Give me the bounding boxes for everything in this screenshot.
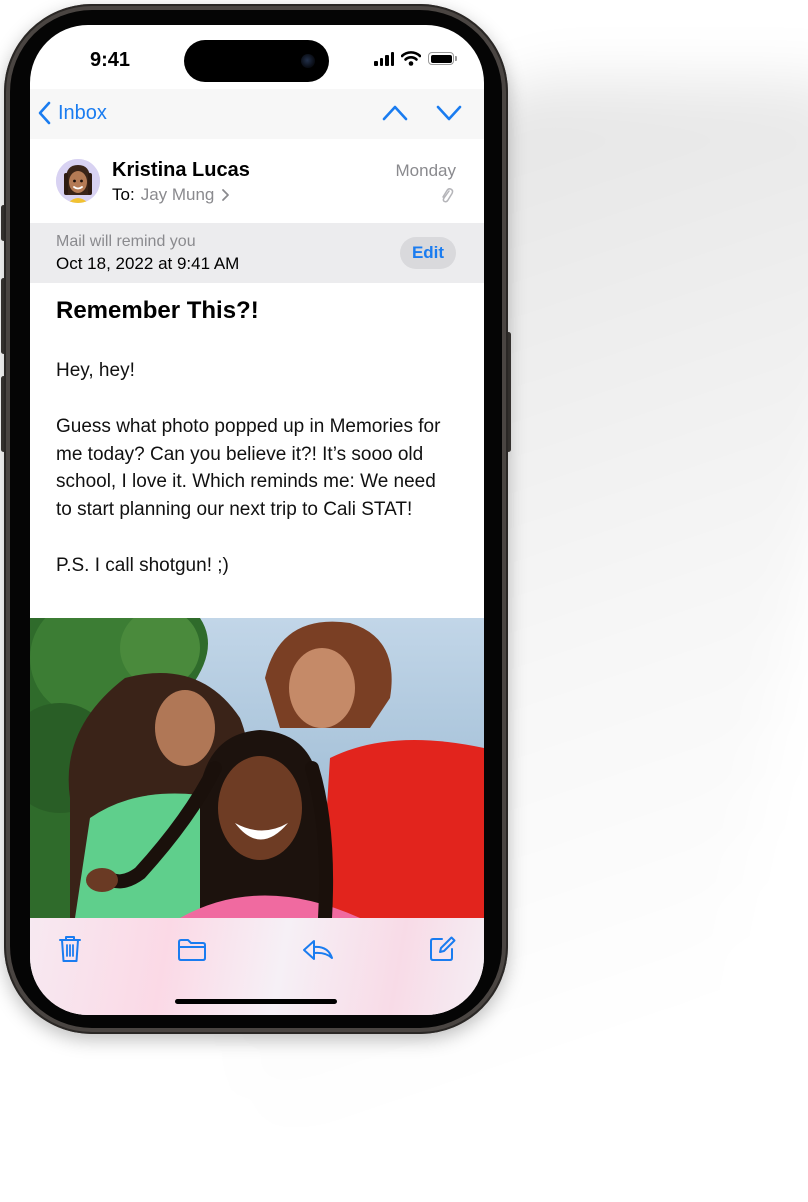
to-label: To: xyxy=(112,185,135,204)
front-camera xyxy=(301,54,315,68)
reply-icon[interactable] xyxy=(302,938,334,962)
back-label: Inbox xyxy=(58,101,107,124)
sender-avatar[interactable] xyxy=(56,159,100,203)
message-header: Kristina Lucas To: Jay Mung Monday xyxy=(30,139,484,224)
trash-icon[interactable] xyxy=(58,934,82,964)
message-toolbar xyxy=(30,918,484,1015)
navigation-bar: Inbox xyxy=(30,89,484,139)
reminder-datetime: Oct 18, 2022 at 9:41 AM xyxy=(56,254,240,273)
edit-reminder-button[interactable]: Edit xyxy=(400,237,456,269)
body-postscript: P.S. I call shotgun! ;) xyxy=(56,554,229,576)
chevron-down-icon[interactable] xyxy=(436,103,462,123)
memoji-avatar-icon xyxy=(56,159,100,203)
chevron-left-icon xyxy=(38,101,51,125)
chevron-up-icon[interactable] xyxy=(382,103,408,123)
back-to-inbox-button[interactable]: Inbox xyxy=(38,101,107,125)
reminder-note: Mail will remind you xyxy=(56,233,196,250)
body-greeting: Hey, hey! xyxy=(56,360,135,381)
compose-icon[interactable] xyxy=(428,935,456,963)
wifi-icon xyxy=(401,51,421,66)
body-paragraph: Guess what photo popped up in Memories f… xyxy=(56,415,441,521)
sender-name: Kristina Lucas xyxy=(112,159,250,181)
chevron-right-icon xyxy=(222,189,230,201)
message-subject: Remember This?! xyxy=(56,297,259,324)
group-selfie-image xyxy=(30,618,484,918)
status-time: 9:41 xyxy=(90,49,131,71)
recipient-name: Jay Mung xyxy=(140,185,215,204)
message-date: Monday xyxy=(395,161,456,180)
status-icons xyxy=(374,51,457,66)
paperclip-icon xyxy=(442,188,454,203)
remind-me-banner: Mail will remind you Oct 18, 2022 at 9:4… xyxy=(30,223,484,283)
message-body: Hey, hey! Guess what photo popped up in … xyxy=(56,357,456,580)
battery-icon xyxy=(428,52,457,65)
message-navigation xyxy=(382,103,462,123)
cellular-signal-icon xyxy=(374,51,394,66)
recipient-line[interactable]: To: Jay Mung xyxy=(112,185,232,205)
dynamic-island xyxy=(184,40,329,82)
attached-photo[interactable] xyxy=(30,618,484,918)
home-indicator[interactable] xyxy=(175,999,337,1004)
mail-screen: 9:41 Inbox Kristina Lucas To: Jay Mung M… xyxy=(30,25,484,1015)
folder-icon[interactable] xyxy=(177,938,207,962)
